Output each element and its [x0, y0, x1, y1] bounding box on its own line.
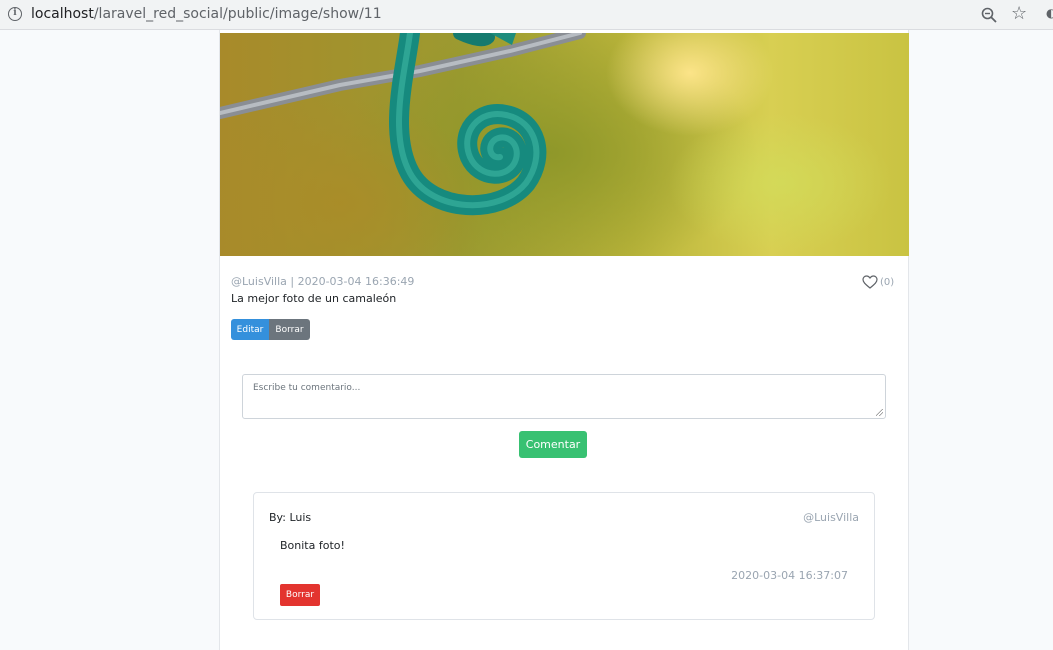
chameleon-tail-illustration — [220, 33, 586, 216]
zoom-icon[interactable] — [980, 6, 998, 24]
like-button[interactable]: (0) — [862, 275, 894, 289]
submit-comment-button[interactable]: Comentar — [519, 431, 587, 458]
comment-author: By: Luis — [269, 511, 312, 524]
delete-post-button[interactable]: Borrar — [269, 319, 310, 340]
heart-icon[interactable] — [862, 275, 878, 289]
comment-placeholder: Escribe tu comentario... — [253, 383, 361, 393]
url-path: /laravel_red_social/public/image/show/11 — [93, 6, 382, 22]
extension-icon[interactable]: ◐ — [1046, 6, 1053, 20]
image-detail-card: @LuisVilla | 2020-03-04 16:36:49 (0) La … — [219, 30, 909, 650]
post-description: La mejor foto de un camaleón — [231, 292, 397, 305]
comment-input[interactable]: Escribe tu comentario... — [242, 374, 886, 419]
url-host: localhost — [31, 6, 94, 22]
post-meta[interactable]: @LuisVilla | 2020-03-04 16:36:49 — [231, 275, 414, 288]
comment-text: Bonita foto! — [280, 539, 345, 552]
delete-comment-button[interactable]: Borrar — [280, 584, 320, 606]
comment-user-handle[interactable]: @LuisVilla — [803, 511, 859, 524]
comment-date: 2020-03-04 16:37:07 — [731, 569, 848, 582]
post-image — [220, 33, 909, 256]
likes-count: (0) — [880, 276, 895, 288]
star-icon[interactable]: ☆ — [1011, 3, 1027, 24]
resize-handle-icon[interactable] — [876, 409, 883, 416]
comment-card: By: Luis @LuisVilla Bonita foto! 2020-03… — [253, 492, 875, 620]
info-icon[interactable]: i — [8, 7, 22, 21]
edit-button[interactable]: Editar — [231, 319, 269, 340]
browser-address-bar[interactable]: i localhost/laravel_red_social/public/im… — [0, 0, 1053, 30]
url-text[interactable]: localhost/laravel_red_social/public/imag… — [31, 6, 382, 22]
